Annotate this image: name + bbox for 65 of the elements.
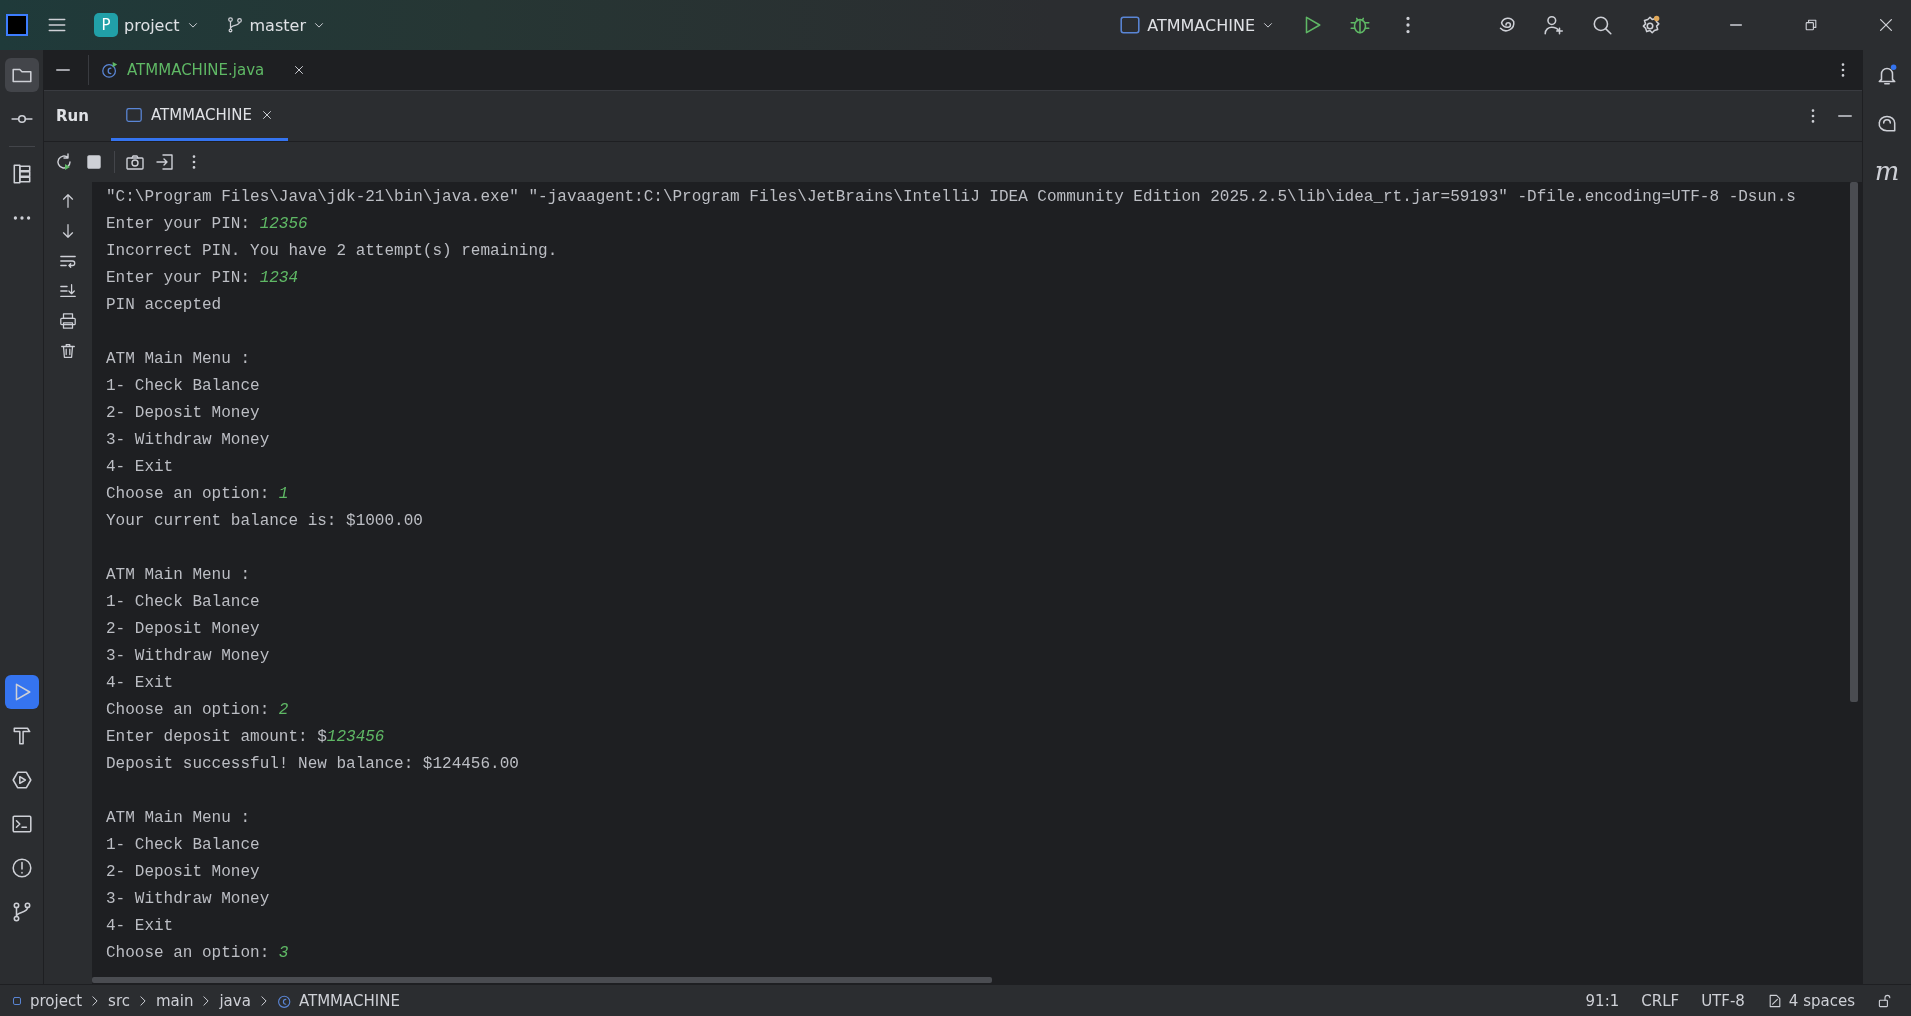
console-line: 3- Withdraw Money [106,430,270,451]
console-line: 3- Withdraw Money [106,889,270,910]
close-icon[interactable] [1877,16,1895,34]
services-icon[interactable] [10,769,33,791]
search-icon[interactable] [1591,14,1613,36]
file-encoding[interactable]: UTF-8 [1693,990,1753,1012]
console-line: 2- Deposit Money [106,403,260,424]
exit-icon[interactable] [155,152,175,172]
stop-icon[interactable] [84,152,104,172]
rerun-icon[interactable] [54,152,74,172]
java-class-icon[interactable] [101,61,119,79]
restore-icon[interactable] [1803,17,1819,33]
warning-icon[interactable] [10,857,33,879]
vertical-scrollbar[interactable] [1850,182,1858,702]
console-line: "C:\Program Files\Java\jdk-21\bin\java.exe" "-javaagent:C:\Program Files\JetBrains\IntelliJ IDEA Community Edition 2025.2.5\lib\idea_rt.jar=59193" -Dfile.encoding=UTF-8 -Dsun.s [106,187,1796,208]
trash-icon[interactable] [59,342,77,360]
editor-tab[interactable]: ATMMACHINE.java [88,55,277,85]
console-line: 2- Deposit Money [106,862,260,883]
console-line: 4- Exit [106,916,174,937]
console-line: Enter deposit amount: $123456 [106,727,385,748]
scroll-to-end-icon[interactable] [59,282,77,300]
branch-icon[interactable] [225,16,244,34]
bell-icon[interactable] [1876,64,1898,86]
line-separator[interactable]: CRLF [1633,990,1688,1012]
add-user-icon[interactable] [1543,14,1565,36]
breadcrumb[interactable]: java [219,992,251,1010]
terminal-icon[interactable] [10,813,33,835]
run-configuration-selector[interactable]: ATMMACHINE [1111,8,1283,42]
console-line: Deposit successful! New balance: $124456.00 [106,754,519,775]
console-line: Incorrect PIN. You have 2 attempt(s) remaining. [106,241,558,262]
breadcrumb[interactable]: src [108,992,130,1010]
console-line: 4- Exit [106,673,174,694]
console-line: Choose an option: 2 [106,700,289,721]
console-line: 1- Check Balance [106,376,260,397]
console-line: Your current balance is: $1000.00 [106,511,423,532]
console-line: ATM Main Menu : [106,349,251,370]
console-line: 2- Deposit Money [106,619,260,640]
project-selector[interactable]: P project [86,7,208,43]
java-class-icon[interactable] [276,993,293,1009]
breadcrumb[interactable]: main [155,992,194,1010]
module-icon[interactable] [10,994,24,1008]
console-line: 1- Check Balance [106,592,260,613]
camera-icon[interactable] [125,152,145,172]
console-line: 4- Exit [106,457,174,478]
console-line: Enter your PIN: 12356 [106,214,308,235]
console-line: Choose an option: 3 [106,943,289,964]
breadcrumb[interactable]: ATMMACHINE [298,992,400,1010]
console-line: PIN accepted [106,295,222,316]
breadcrumb[interactable]: project [30,992,83,1010]
window-icon[interactable] [124,105,143,124]
branch-selector[interactable]: master [217,9,334,41]
run-panel-title: Run [55,107,90,125]
console-line: Choose an option: 1 [106,484,289,505]
console-line: ATM Main Menu : [106,565,251,586]
print-icon[interactable] [59,312,77,330]
lock-icon[interactable] [1877,993,1893,1009]
console-line: ATM Main Menu : [106,808,251,829]
horizontal-scrollbar[interactable] [92,977,992,983]
console-line: 1- Check Balance [106,835,260,856]
indent-setting[interactable]: 4 spaces [1788,992,1855,1010]
console-line: 3- Withdraw Money [106,646,270,667]
caret-position[interactable]: 91:1 [1577,990,1628,1012]
plugin-icon[interactable]: m [1874,158,1900,184]
window-icon[interactable] [1119,14,1142,36]
console-line: Enter your PIN: 1234 [106,268,299,289]
